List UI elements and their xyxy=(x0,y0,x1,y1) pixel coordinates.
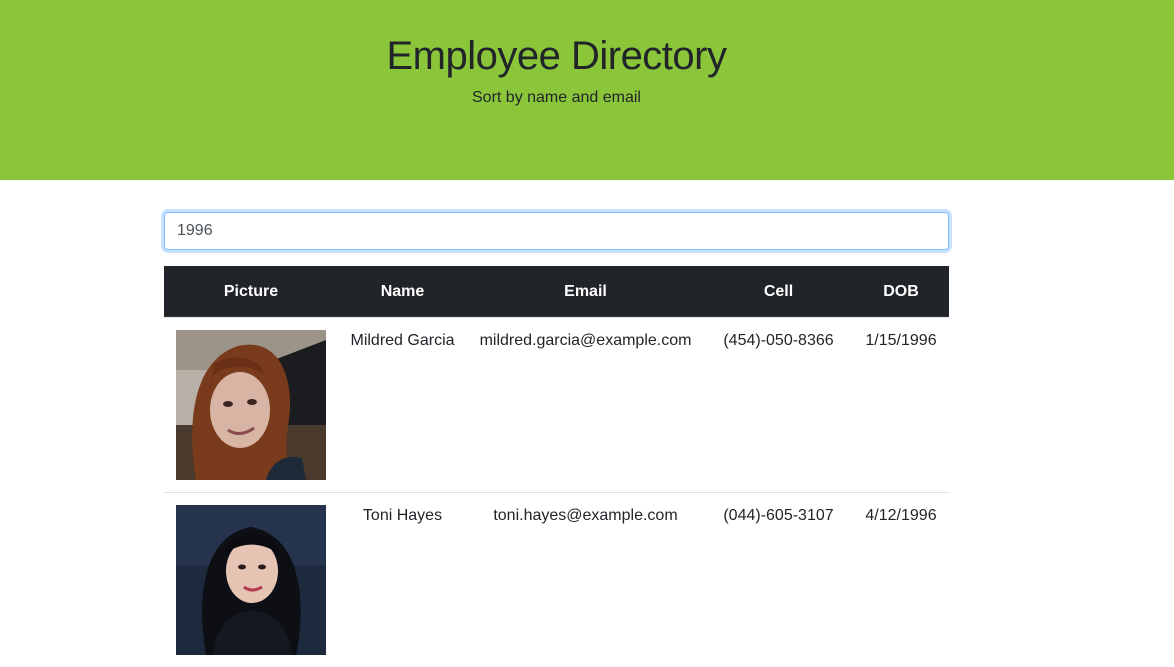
column-header-picture: Picture xyxy=(223,283,279,300)
column-header-dob: DOB xyxy=(883,283,919,300)
table-header: Picture Name Email Cell DOB xyxy=(164,266,949,317)
employee-dob: 4/12/1996 xyxy=(865,507,937,524)
employee-email: mildred.garcia@example.com xyxy=(479,332,692,349)
employee-email: toni.hayes@example.com xyxy=(493,507,678,524)
page-subtitle: Sort by name and email xyxy=(472,89,641,106)
column-header-name[interactable]: Name xyxy=(338,266,467,317)
portrait-photo-icon xyxy=(176,330,326,480)
portrait-photo-icon xyxy=(176,505,326,655)
employee-name: Toni Hayes xyxy=(362,507,443,524)
page-header: Employee Directory Sort by name and emai… xyxy=(0,0,1174,180)
table-row: Toni Hayes toni.hayes@example.com (044)-… xyxy=(164,492,949,667)
employee-cell: (044)-605-3107 xyxy=(723,507,834,524)
employee-table: Picture Name Email Cell DOB Mildred Garc… xyxy=(164,266,949,667)
table-row: Mildred Garcia mildred.garcia@example.co… xyxy=(164,317,949,492)
page-title: Employee Directory xyxy=(386,34,727,78)
employee-dob: 1/15/1996 xyxy=(865,332,937,349)
employee-name: Mildred Garcia xyxy=(350,332,455,349)
search-input[interactable] xyxy=(164,212,949,250)
employee-cell: (454)-050-8366 xyxy=(723,332,834,349)
employee-photo xyxy=(176,330,326,480)
column-header-cell: Cell xyxy=(763,283,794,300)
column-header-email[interactable]: Email xyxy=(467,266,704,317)
employee-photo xyxy=(176,505,326,655)
